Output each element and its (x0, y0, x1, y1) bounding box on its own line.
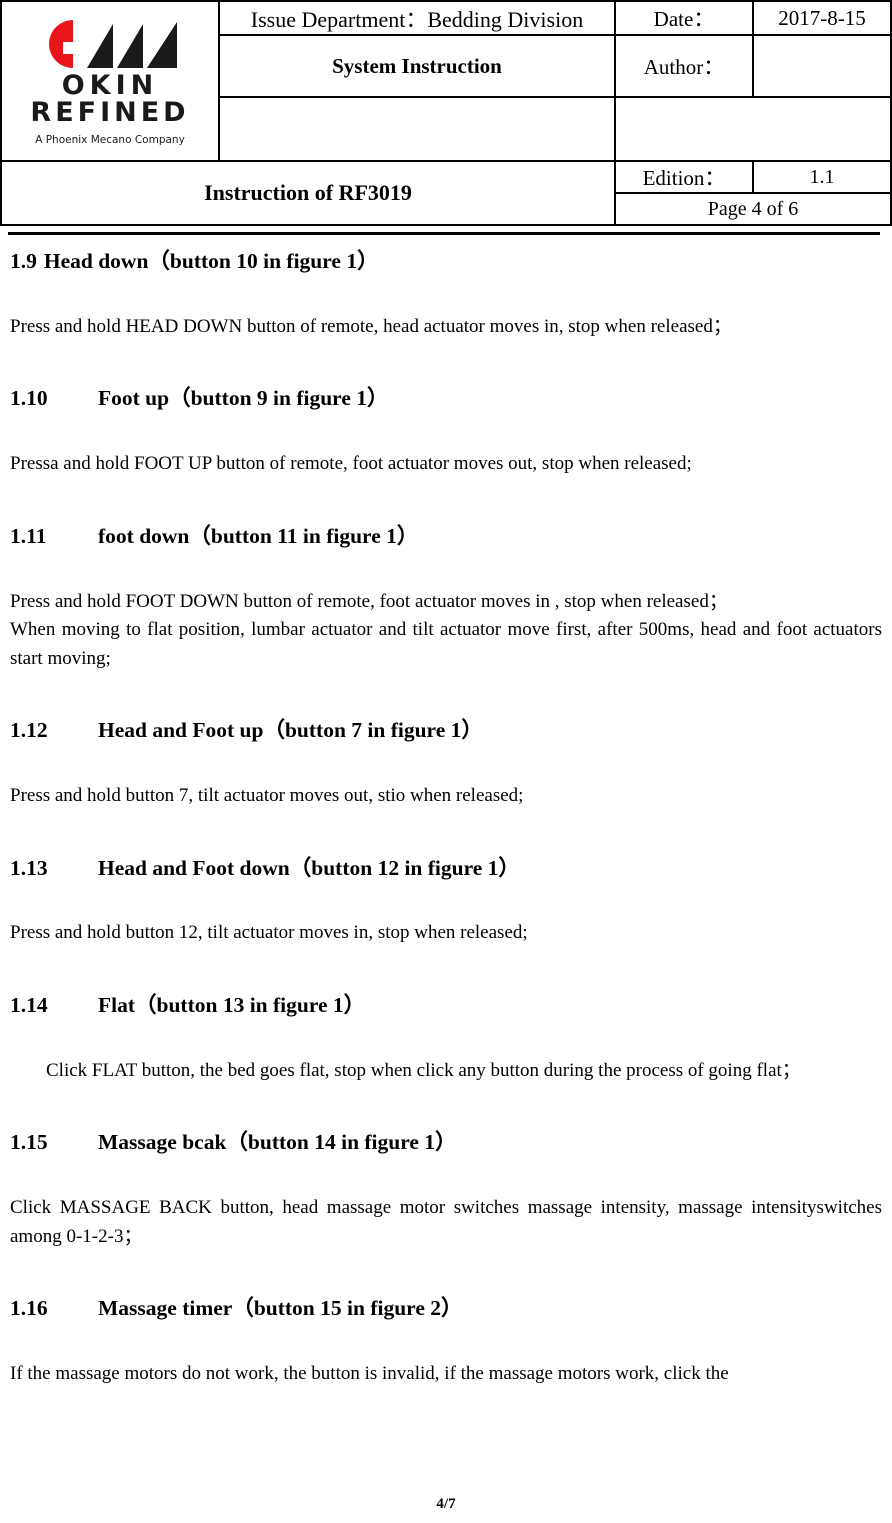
header-row-instruction: Instruction of RF3019 Edition： 1.1 (0, 160, 892, 226)
body-paragraph: Press and hold button 7, tilt actuator m… (10, 785, 524, 806)
body-paragraph: If the massage motors do not work, the b… (10, 1363, 729, 1384)
instruction-title-cell: Instruction of RF3019 (0, 160, 616, 226)
document-header-table: OKIN REFINED A Phoenix Mecano Company Is… (0, 0, 892, 226)
header-row-issue: OKIN REFINED A Phoenix Mecano Company Is… (0, 0, 892, 162)
edition-value-cell: 1.1 (752, 160, 892, 194)
company-logo-cell: OKIN REFINED A Phoenix Mecano Company (0, 0, 220, 162)
body-paragraph: Pressa and hold FOOT UP button of remote… (10, 453, 692, 475)
section-title: Massage timer（button 15 in figure 2） (98, 1296, 463, 1321)
section-number: 1.14 (10, 992, 48, 1017)
okin-logo-mark-icon (49, 19, 177, 68)
document-body: 1.9 Head down（button 10 in figure 1） Press… (10, 248, 882, 1389)
blank-right-cell (614, 96, 892, 162)
date-label-cell: Date： (614, 0, 754, 36)
header-separator-rule (8, 232, 880, 235)
section-number: 1.11 (10, 523, 47, 548)
section-title: foot down（button 11 in figure 1） (98, 523, 419, 548)
section-heading: 1.9 Head down（button 10 in figure 1） (10, 248, 882, 275)
body-paragraph: When moving to flat position, lumbar act… (10, 619, 882, 669)
section-heading: 1.13 Head and Foot down（button 12 in figu… (10, 855, 882, 882)
section-title: Flat（button 13 in figure 1） (98, 992, 366, 1017)
body-paragraph: Press and hold button 12, tilt actuator … (10, 922, 528, 944)
logo-tagline: A Phoenix Mecano Company (35, 134, 185, 147)
document-type-cell: System Instruction (218, 34, 616, 98)
section-heading: 1.16 Massage timer（button 15 in figure 2） (10, 1295, 882, 1322)
section-heading: 1.10 Foot up（button 9 in figure 1） (10, 385, 882, 412)
section-title: Head and Foot down（button 12 in figure 1… (98, 855, 520, 880)
section-title: Massage bcak（button 14 in figure 1） (98, 1130, 457, 1155)
section-title: Head down（button 10 in figure 1） (43, 249, 379, 273)
blank-left-cell (218, 96, 616, 162)
body-paragraph: Click FLAT button, the bed goes flat, st… (46, 1059, 801, 1081)
page-indicator-cell: Page 4 of 6 (614, 192, 892, 226)
issue-department-cell: Issue Department：Bedding Division (218, 0, 616, 36)
body-paragraph: Press and hold HEAD DOWN button of remot… (10, 315, 732, 337)
author-label-cell: Author： (614, 34, 754, 98)
body-paragraph: Press and hold FOOT DOWN button of remot… (10, 590, 728, 612)
section-heading: 1.14 Flat（button 13 in figure 1） (10, 992, 882, 1019)
logo-brand-line2: REFINED (30, 96, 190, 128)
section-title: Foot up（button 9 in figure 1） (98, 386, 389, 411)
body-paragraph: Click MASSAGE BACK button, head massage … (10, 1197, 882, 1247)
section-heading: 1.11 foot down（button 11 in figure 1） (10, 523, 882, 550)
date-value-cell: 2017-8-15 (752, 0, 892, 36)
section-number: 1.15 (10, 1130, 48, 1155)
section-number: 1.10 (10, 386, 48, 411)
author-value-cell (752, 34, 892, 98)
section-number: 1.12 (10, 718, 48, 743)
edition-label-cell: Edition： (614, 160, 754, 194)
logo-brand-line1: OKIN (61, 69, 159, 101)
section-number: 1.13 (10, 855, 48, 880)
section-heading: 1.12 Head and Foot up（button 7 in figure … (10, 717, 882, 744)
section-number: 1.16 (10, 1296, 48, 1321)
section-heading: 1.15 Massage bcak（button 14 in figure 1） (10, 1129, 882, 1156)
section-number: 1.9 (10, 249, 37, 273)
footer-page-number: 4/7 (436, 1496, 456, 1512)
logo-wrap: OKIN REFINED A Phoenix Mecano Company (2, 4, 218, 159)
section-title: Head and Foot up（button 7 in figure 1） (98, 718, 483, 743)
